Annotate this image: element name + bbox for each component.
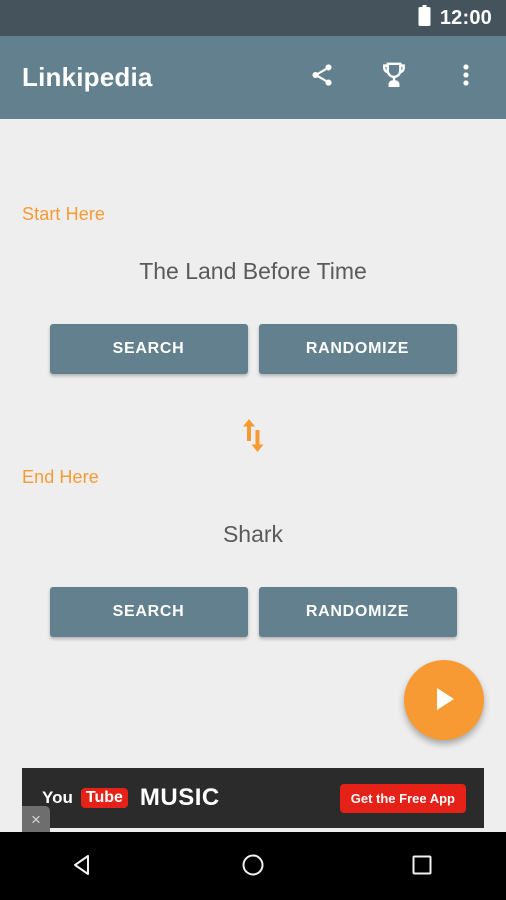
nav-back-button[interactable] (39, 832, 129, 900)
nav-home-button[interactable] (208, 832, 298, 900)
start-game-fab[interactable] (404, 660, 484, 740)
start-here-label: Start Here (22, 204, 106, 224)
share-button[interactable] (296, 52, 348, 104)
start-term-text: The Land Before Time (139, 258, 367, 284)
status-bar: 12:00 (0, 0, 506, 36)
back-triangle-icon (71, 852, 97, 881)
overflow-menu-button[interactable] (440, 52, 492, 104)
trophy-icon (379, 60, 409, 95)
play-icon (429, 683, 459, 718)
end-term-text: Shark (222, 521, 284, 547)
phone-screen: 12:00 Linkipedia Start Here The Land Bef… (0, 0, 506, 900)
share-icon (309, 62, 335, 93)
battery-full-icon (418, 5, 431, 31)
swap-vertical-icon (240, 419, 266, 456)
start-search-button[interactable]: SEARCH (49, 324, 248, 374)
achievements-button[interactable] (368, 52, 420, 104)
end-here-label: End Here (22, 467, 99, 487)
start-button-row: SEARCH RANDOMIZE (0, 324, 506, 374)
ad-brand-you: You (42, 788, 73, 807)
android-nav-bar (0, 832, 506, 900)
swap-row (0, 415, 506, 457)
end-randomize-button[interactable]: RANDOMIZE (258, 587, 457, 637)
app-bar-actions (296, 52, 492, 104)
end-search-button[interactable]: SEARCH (49, 587, 248, 637)
ad-banner[interactable]: You Tube MUSIC Get the Free App (22, 768, 484, 828)
ad-brand-music: MUSIC (139, 784, 220, 811)
overflow-menu-icon (463, 63, 469, 92)
recents-square-icon (409, 852, 435, 881)
end-button-row: SEARCH RANDOMIZE (0, 587, 506, 637)
nav-recents-button[interactable] (377, 832, 467, 900)
ad-close-button[interactable]: × (22, 806, 50, 832)
ad-brand-tube: Tube (80, 788, 128, 808)
youtube-music-logo: You Tube MUSIC (42, 784, 220, 812)
status-clock: 12:00 (439, 6, 492, 29)
swap-button[interactable] (236, 415, 270, 457)
ad-cta-button[interactable]: Get the Free App (339, 783, 466, 813)
start-randomize-button[interactable]: RANDOMIZE (258, 324, 457, 374)
home-circle-icon (240, 852, 266, 881)
app-bar: Linkipedia (0, 36, 506, 119)
app-title: Linkipedia (22, 62, 153, 92)
